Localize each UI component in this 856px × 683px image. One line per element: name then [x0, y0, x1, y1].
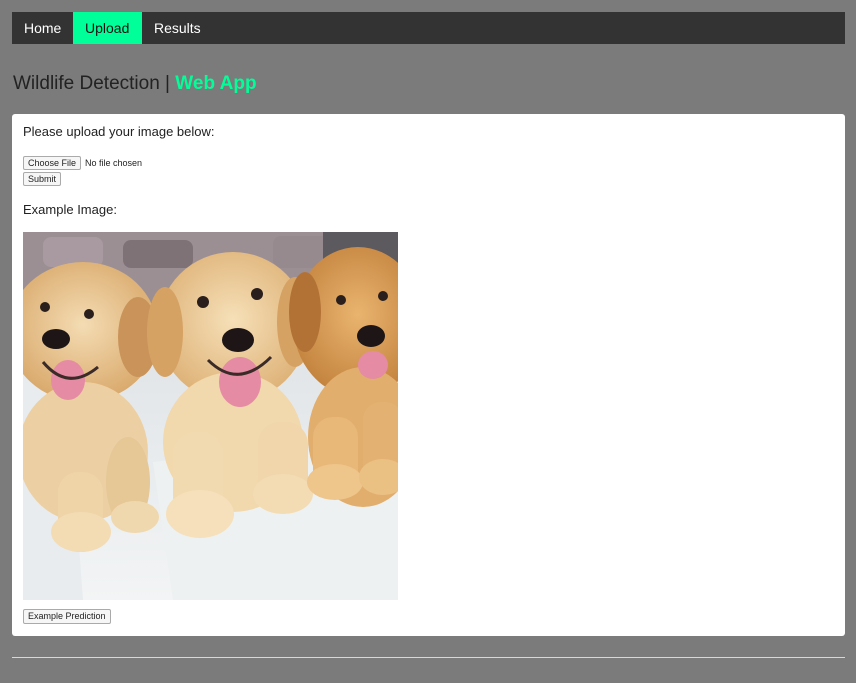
file-status: No file chosen	[85, 158, 143, 168]
file-input[interactable]: Choose File No file chosen	[23, 156, 142, 170]
page-title-accent: Web App	[175, 73, 257, 94]
top-navbar: Home Upload Results	[12, 12, 845, 44]
nav-home[interactable]: Home	[12, 12, 73, 44]
submit-button[interactable]: Submit	[23, 172, 62, 186]
page-title-main: Wildlife Detection |	[13, 73, 176, 94]
example-image-label: Example Image:	[23, 202, 117, 217]
page-title: Wildlife Detection | Web App	[13, 73, 257, 95]
upload-panel: Please upload your image below: Choose F…	[12, 114, 845, 636]
choose-file-button[interactable]: Choose File	[23, 156, 82, 170]
example-prediction-button[interactable]: Example Prediction	[23, 609, 111, 624]
footer-divider	[12, 657, 845, 658]
nav-results[interactable]: Results	[142, 12, 212, 44]
example-image	[23, 232, 398, 600]
upload-prompt: Please upload your image below:	[23, 124, 215, 139]
nav-upload[interactable]: Upload	[73, 12, 142, 44]
